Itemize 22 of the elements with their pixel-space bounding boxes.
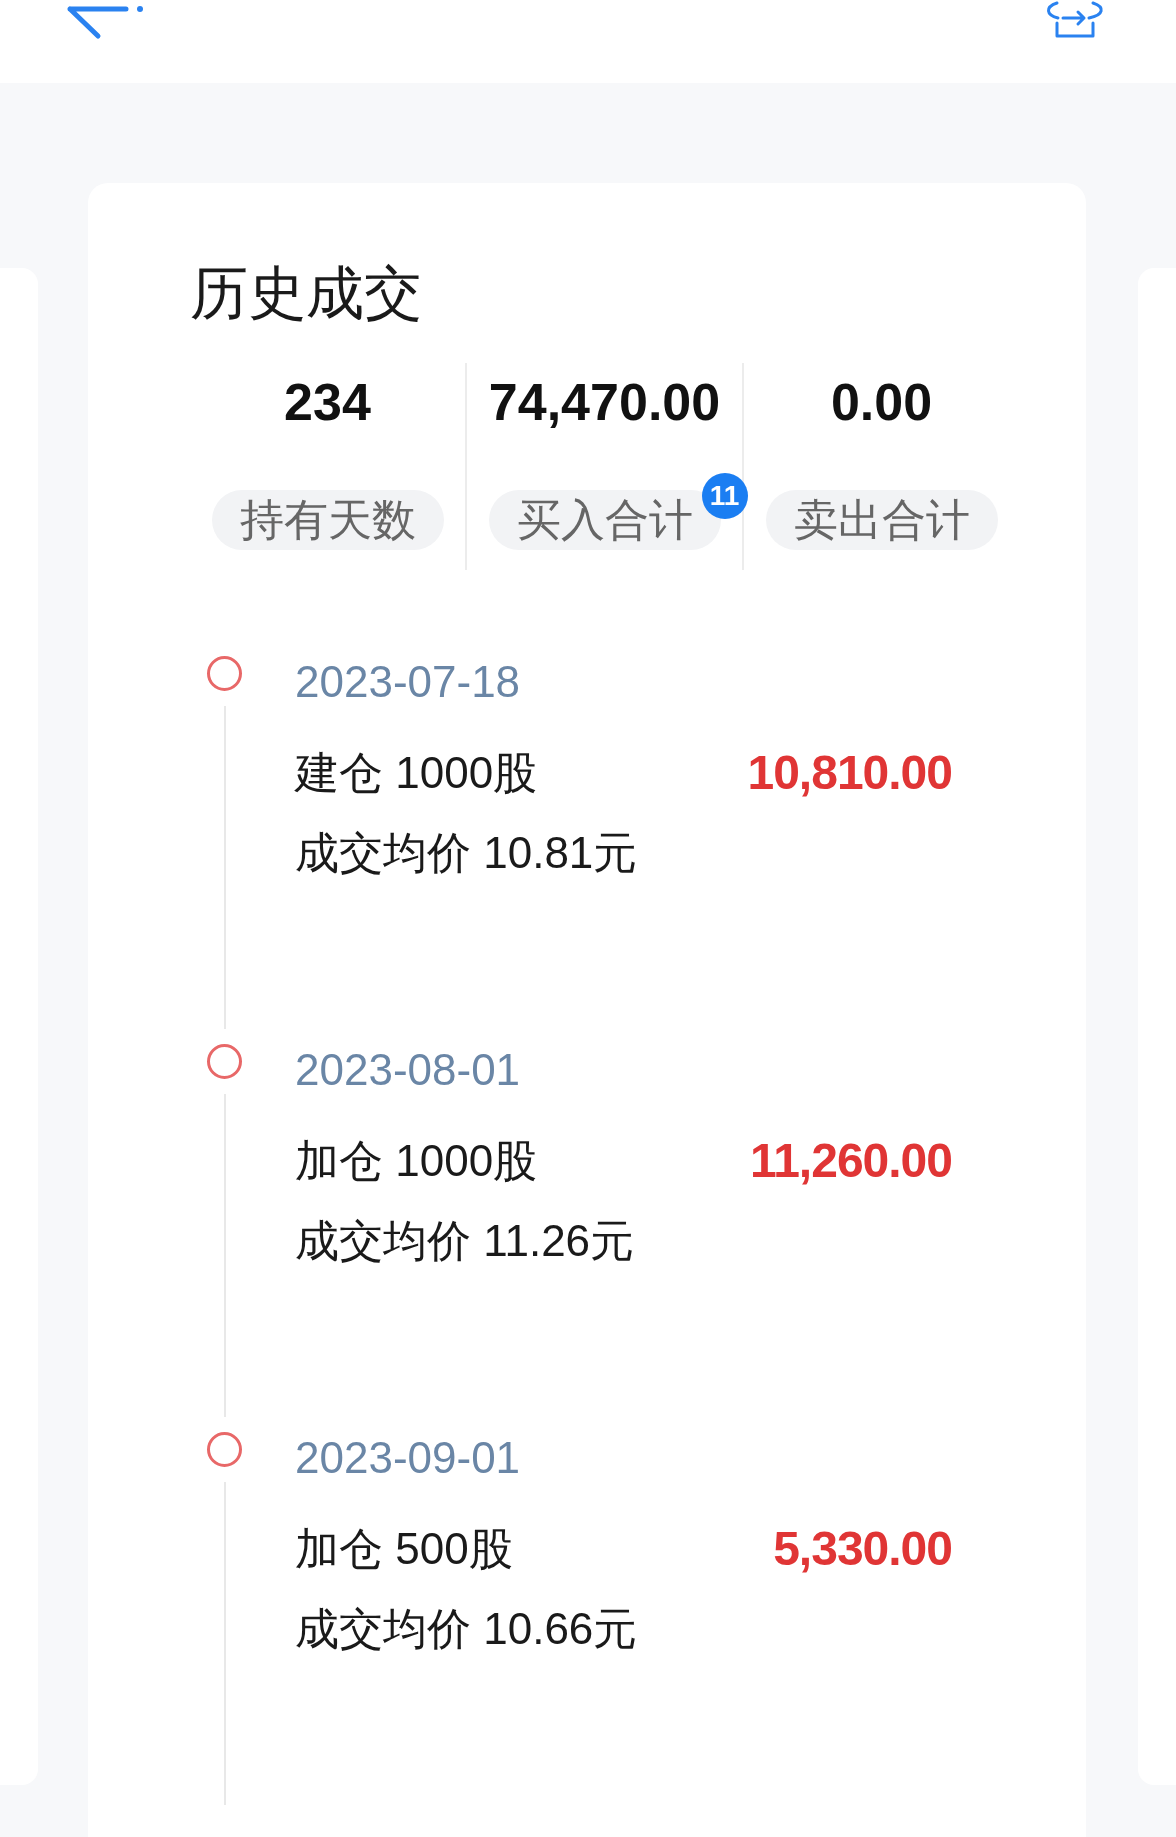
average-price: 成交均价 10.81元	[295, 827, 638, 879]
trade-action: 建仓 1000股	[295, 747, 538, 799]
trade-action: 加仓 500股	[295, 1523, 513, 1575]
average-price: 成交均价 11.26元	[295, 1215, 635, 1267]
trade-date: 2023-07-18	[295, 657, 521, 707]
circle-marker-icon	[207, 1432, 242, 1467]
circle-marker-icon	[207, 656, 242, 691]
stat-label: 持有天数	[211, 490, 444, 550]
stat-value: 0.00	[830, 372, 933, 432]
average-price: 成交均价 10.66元	[295, 1603, 638, 1655]
trade-amount: 11,260.00	[750, 1133, 952, 1189]
trade-date: 2023-08-01	[295, 1045, 521, 1095]
stat-value: 234	[284, 372, 371, 432]
trade-amount: 10,810.00	[747, 745, 952, 801]
stat-value: 74,470.00	[488, 372, 721, 432]
trade-date: 2023-09-01	[295, 1433, 521, 1483]
trade-amount: 5,330.00	[773, 1521, 952, 1577]
section-title: 历史成交	[190, 259, 422, 327]
circle-marker-icon	[207, 1044, 242, 1079]
count-badge: 11	[701, 473, 748, 519]
trade-action: 加仓 1000股	[295, 1135, 538, 1187]
stat-label: 卖出合计	[765, 490, 998, 550]
